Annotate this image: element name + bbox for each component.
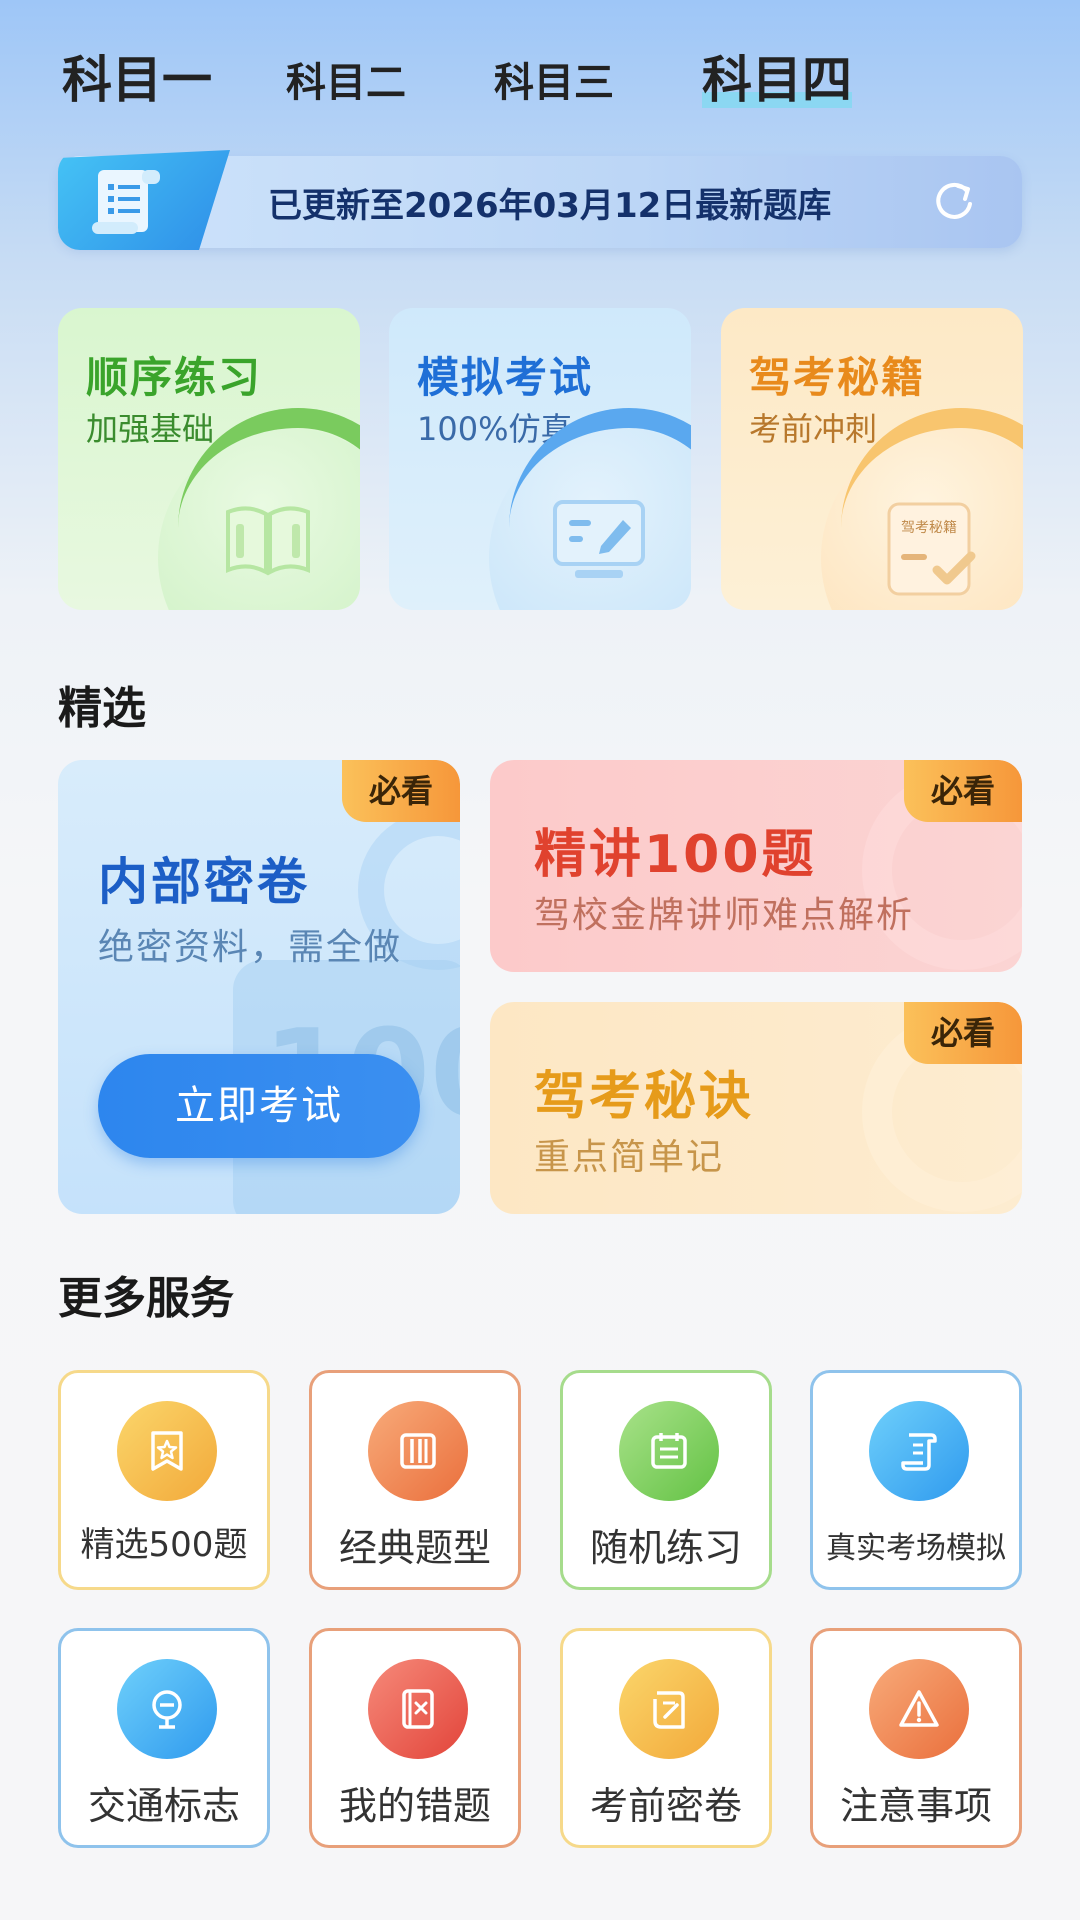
- open-book-icon: [226, 506, 310, 576]
- service-notes[interactable]: 注意事项: [810, 1628, 1022, 1848]
- card-title: 模拟考试: [417, 353, 594, 402]
- star-bookmark-icon: [117, 1401, 217, 1501]
- card-subtitle: 加强基础: [86, 410, 215, 448]
- service-label: 经典题型: [338, 1526, 491, 1570]
- sequential-practice-card[interactable]: 顺序练习 加强基础: [58, 308, 360, 610]
- tab-subject-4-label: 科目四: [702, 51, 852, 109]
- must-see-badge: 必看: [342, 760, 460, 822]
- driving-secrets-card[interactable]: 驾考秘籍 考前冲刺 驾考秘籍: [721, 308, 1023, 610]
- card-title: 精讲100题: [534, 825, 817, 885]
- service-classic-types[interactable]: 经典题型: [309, 1370, 521, 1590]
- tab-subject-4[interactable]: 科目四: [702, 40, 852, 112]
- card-title: 驾考秘诀: [534, 1067, 755, 1127]
- wrong-book-icon: [368, 1659, 468, 1759]
- monitor-edit-icon: [553, 500, 645, 578]
- service-label: 真实考场模拟: [826, 1531, 1006, 1566]
- driving-tips-card[interactable]: 必看 驾考秘诀 重点简单记: [490, 1002, 1022, 1214]
- scroll-icon: [869, 1401, 969, 1501]
- card-title: 驾考秘籍: [749, 353, 926, 402]
- tab-subject-1[interactable]: 科目一: [62, 40, 212, 112]
- card-subtitle: 驾校金牌讲师难点解析: [534, 895, 915, 936]
- banner-icon-bg: [58, 150, 230, 250]
- service-label: 注意事项: [839, 1784, 992, 1828]
- tab-subject-2[interactable]: 科目二: [286, 50, 406, 108]
- card-title: 内部密卷: [98, 853, 310, 911]
- exam-paper-icon: [619, 1659, 719, 1759]
- service-traffic-signs[interactable]: 交通标志: [58, 1628, 270, 1848]
- subject-tabs: 科目一 科目二 科目三 科目四: [62, 38, 962, 109]
- svg-text:驾考秘籍: 驾考秘籍: [901, 519, 957, 536]
- card-subtitle: 绝密资料，需全做: [98, 927, 403, 968]
- service-real-exam-sim[interactable]: 真实考场模拟: [810, 1370, 1022, 1590]
- update-banner[interactable]: 已更新至2026年03月12日最新题库: [58, 150, 1022, 250]
- secret-paper-card[interactable]: 100 必看 内部密卷 绝密资料，需全做 立即考试: [58, 760, 460, 1214]
- refresh-icon[interactable]: [932, 180, 976, 224]
- featured-section-title: 精选: [58, 683, 146, 734]
- scroll-list-icon: [92, 170, 160, 234]
- mock-exam-card[interactable]: 模拟考试 100%仿真: [389, 308, 691, 610]
- traffic-sign-icon: [117, 1659, 217, 1759]
- service-label: 交通标志: [87, 1784, 240, 1828]
- calendar-list-icon: [619, 1401, 719, 1501]
- must-see-badge: 必看: [904, 760, 1022, 822]
- service-label: 考前密卷: [589, 1784, 742, 1828]
- service-label: 随机练习: [589, 1526, 742, 1570]
- explained-100-card[interactable]: 必看 精讲100题 驾校金牌讲师难点解析: [490, 760, 1022, 972]
- card-subtitle: 考前冲刺: [749, 410, 878, 448]
- books-icon: [368, 1401, 468, 1501]
- card-subtitle: 重点简单记: [534, 1137, 725, 1178]
- warning-icon: [869, 1659, 969, 1759]
- service-pre-exam-paper[interactable]: 考前密卷: [560, 1628, 772, 1848]
- card-title: 顺序练习: [86, 353, 263, 402]
- service-label: 精选500题: [80, 1525, 248, 1565]
- secret-book-icon: 驾考秘籍: [887, 502, 976, 596]
- service-my-mistakes[interactable]: 我的错题: [309, 1628, 521, 1848]
- service-label: 我的错题: [338, 1784, 491, 1828]
- service-random-practice[interactable]: 随机练习: [560, 1370, 772, 1590]
- tab-subject-3[interactable]: 科目三: [494, 50, 614, 108]
- service-selected-500[interactable]: 精选500题: [58, 1370, 270, 1590]
- banner-text: 已更新至2026年03月12日最新题库: [268, 186, 832, 226]
- services-section-title: 更多服务: [58, 1273, 234, 1324]
- must-see-badge: 必看: [904, 1002, 1022, 1064]
- start-exam-button[interactable]: 立即考试: [98, 1054, 420, 1158]
